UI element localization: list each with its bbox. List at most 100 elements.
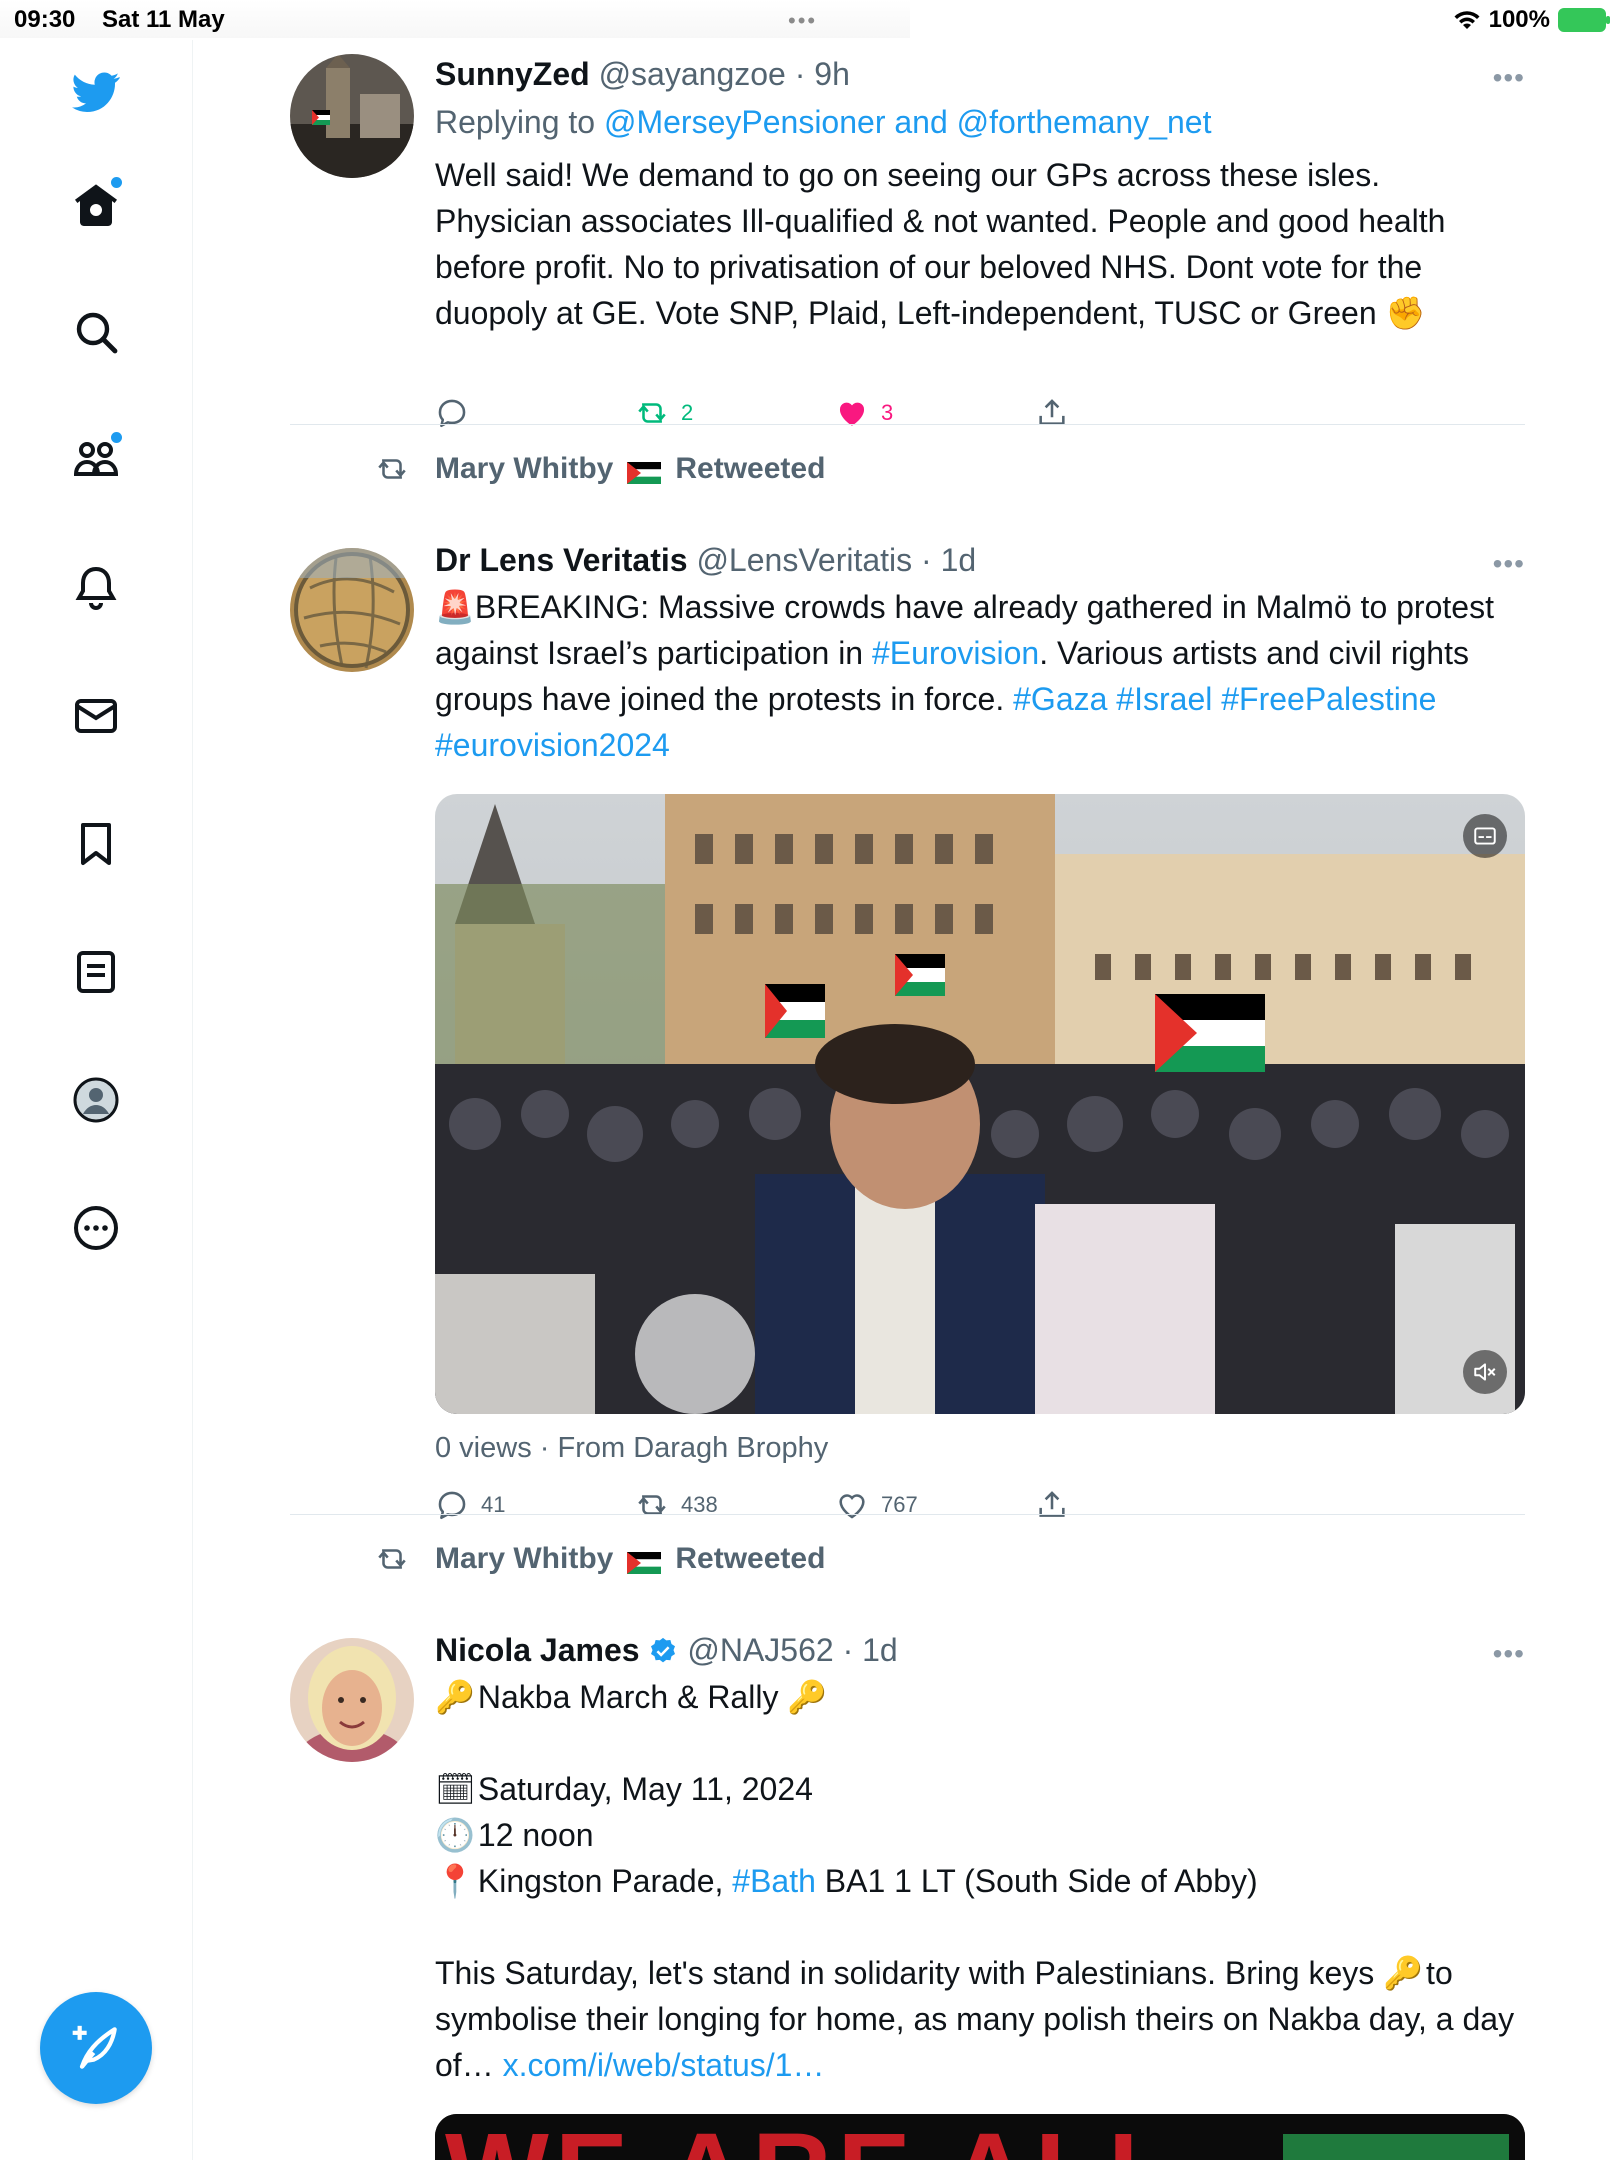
list-icon [77, 951, 115, 993]
more-options-button[interactable]: ••• [1493, 62, 1525, 94]
nav-search[interactable] [66, 302, 126, 362]
status-link[interactable]: x.com/i/web/status/1… [503, 2047, 825, 2083]
display-name[interactable]: Nicola James [435, 1632, 640, 1668]
timestamp[interactable]: 1d [862, 1632, 898, 1668]
retweet-count: 2 [681, 400, 694, 425]
video-source[interactable]: · From Daragh Brophy [540, 1432, 829, 1464]
replying-to: Replying to @MerseyPensioner and @forthe… [435, 102, 1525, 142]
notification-dot [111, 432, 122, 443]
like-button[interactable]: 767 [835, 1488, 918, 1522]
avatar[interactable] [290, 54, 414, 178]
reply-button[interactable]: 41 [435, 1488, 505, 1522]
avatar[interactable] [290, 1638, 414, 1762]
clock: 09:30 [14, 6, 76, 33]
tweet-text-content: Well said! We demand to go on seeing our… [435, 157, 1446, 331]
communities-icon [73, 442, 119, 476]
image-attachment[interactable]: WE ARE ALL [435, 2114, 1525, 2160]
bookmark-icon [81, 823, 111, 865]
event-place-rest: BA1 1 LT (South Side of Abby) [815, 1863, 1258, 1899]
reply-icon [438, 1491, 466, 1520]
avatar[interactable] [290, 548, 414, 672]
tweet[interactable]: Mary Whitby Retweeted Dr Lens Veritatis … [290, 450, 1525, 1540]
nav-lists[interactable] [66, 942, 126, 1002]
hashtag-link[interactable]: #Eurovision [872, 635, 1039, 671]
retweeted-by: Mary Whitby Retweeted [375, 1542, 825, 1576]
separator: · [842, 1632, 854, 1668]
like-count: 3 [881, 400, 894, 425]
hashtag-link[interactable]: #Israel [1116, 681, 1212, 717]
retweet-button[interactable]: 438 [635, 1488, 718, 1522]
display-name[interactable]: SunnyZed [435, 56, 590, 92]
siren-emoji: 🚨 [435, 589, 475, 625]
heart-icon [839, 1494, 865, 1519]
nav-communities[interactable] [66, 430, 126, 490]
mention-link[interactable]: @forthemany_net [957, 104, 1212, 140]
tweet-header: Nicola James @NAJ562 · 1d [435, 1630, 1525, 1670]
tweet-body: Nicola James @NAJ562 · 1d ••• 🔑 Nakba Ma… [435, 1630, 1525, 2088]
display-name[interactable]: Dr Lens Veritatis [435, 542, 688, 578]
retweeted-label: Retweeted [675, 1542, 826, 1575]
timestamp[interactable]: 1d [941, 542, 977, 578]
retweeter-name[interactable]: Mary Whitby [435, 1542, 613, 1576]
nav-bookmarks[interactable] [66, 814, 126, 874]
divider [290, 424, 1525, 425]
compose-tweet-button[interactable] [40, 1992, 152, 2104]
nav-more[interactable] [66, 1198, 126, 1258]
search-icon [76, 312, 118, 354]
more-options-button[interactable]: ••• [1493, 548, 1525, 580]
more-options-button[interactable]: ••• [1493, 1638, 1525, 1670]
video-views: 0 views · From Daragh Brophy [435, 1432, 828, 1465]
event-place: Kingston Parade, [477, 1863, 733, 1899]
tweet-line: 📍 Kingston Parade, #Bath BA1 1 LT (South… [435, 1858, 1525, 1904]
pin-emoji-icon: 📍 [435, 1863, 475, 1899]
nav-notifications[interactable] [66, 558, 126, 618]
feather-plus-icon [72, 2025, 117, 2069]
mute-button[interactable] [1463, 1350, 1507, 1394]
muted-speaker-icon [1474, 1363, 1496, 1381]
tweet-paragraph: This Saturday, let's stand in solidarity… [435, 1950, 1525, 2088]
event-time: 12 noon [477, 1817, 594, 1853]
nav-home[interactable] [66, 175, 126, 235]
replying-and: and [885, 104, 957, 140]
notification-dot [111, 177, 122, 188]
event-title: Nakba March & Rally [477, 1679, 779, 1715]
bird-icon [72, 72, 120, 112]
share-button[interactable] [1035, 1488, 1069, 1522]
tweet[interactable]: Mary Whitby Retweeted Nicola James @NAJ5… [290, 1540, 1525, 2160]
retweet-icon [638, 1495, 666, 1515]
battery-percent: 100% [1488, 6, 1550, 33]
envelope-icon [75, 699, 117, 733]
mention-link[interactable]: @MerseyPensioner [604, 104, 885, 140]
battery-icon [1558, 8, 1610, 32]
hashtag-link[interactable]: #Gaza [1013, 681, 1107, 717]
tweet-header: SunnyZed @sayangzoe · 9h [435, 54, 1525, 94]
replying-to-label: Replying to [435, 104, 604, 140]
user-handle[interactable]: @sayangzoe [599, 56, 786, 92]
retweeter-name[interactable]: Mary Whitby [435, 452, 613, 486]
captions-icon [1474, 827, 1496, 845]
captions-button[interactable] [1463, 814, 1507, 858]
retweeted-by: Mary Whitby Retweeted [375, 452, 825, 486]
multitasking-dots[interactable]: ••• [788, 8, 817, 34]
tweet-actions: 41 438 767 [435, 1488, 1525, 1528]
tweet-line: 🔑 Nakba March & Rally 🔑 [435, 1674, 1525, 1720]
user-handle[interactable]: @LensVeritatis [696, 542, 912, 578]
palestine-flag-icon [627, 458, 662, 484]
hashtag-link[interactable]: #Bath [732, 1863, 816, 1899]
share-icon [1039, 1491, 1065, 1517]
nav-messages[interactable] [66, 686, 126, 746]
twitter-logo[interactable] [66, 62, 126, 122]
user-handle[interactable]: @NAJ562 [687, 1632, 833, 1668]
views-count: 0 views [435, 1432, 532, 1464]
hashtag-link[interactable]: #FreePalestine [1221, 681, 1436, 717]
bell-icon [75, 566, 117, 610]
video-player[interactable] [435, 794, 1525, 1414]
retweet-icon [378, 1549, 406, 1569]
timestamp[interactable]: 9h [814, 56, 850, 92]
tweet-text: 🚨BREAKING: Massive crowds have already g… [435, 584, 1525, 768]
hashtag-link[interactable]: #eurovision2024 [435, 727, 670, 763]
key-emoji-icon: 🔑 [787, 1679, 828, 1715]
nav-profile[interactable] [66, 1070, 126, 1130]
tweet[interactable]: SunnyZed @sayangzoe · 9h ••• Replying to… [290, 54, 1525, 454]
banner-graphic [1283, 2134, 1509, 2160]
